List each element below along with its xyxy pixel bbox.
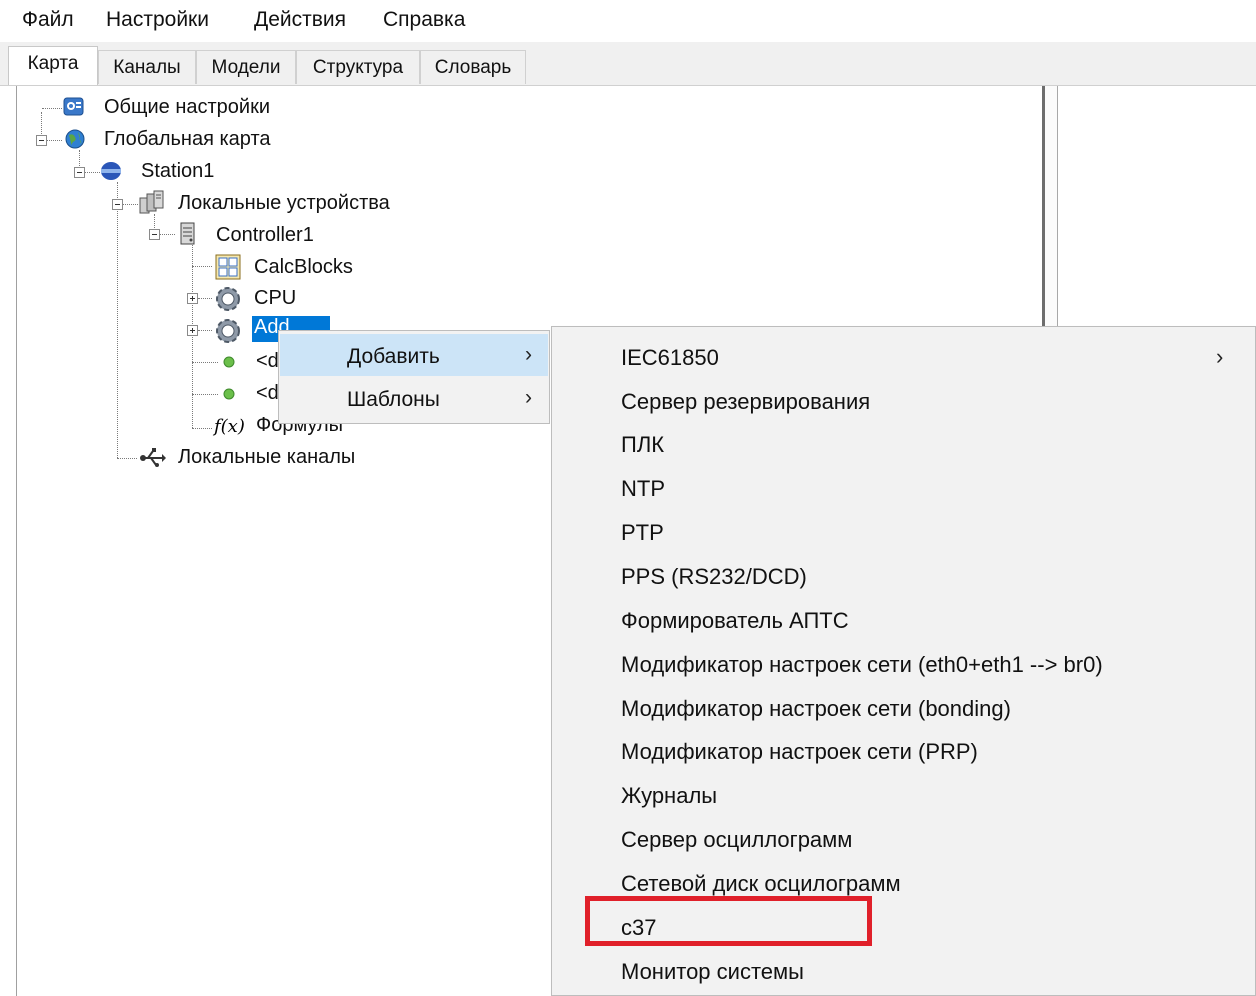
submenu-item-label: IEC61850 (621, 345, 719, 370)
formula-icon: f(x) (214, 416, 245, 437)
submenu-item-plc[interactable]: ПЛК (552, 420, 1255, 464)
submenu-item-label: Модификатор настроек сети (bonding) (621, 696, 1011, 721)
submenu-item-ptp[interactable]: PTP (552, 508, 1255, 552)
submenu-item-label: Формирователь АПТС (621, 608, 849, 633)
menu-actions[interactable]: Действия (254, 8, 346, 32)
status-dot-icon (222, 355, 242, 375)
tree-line (192, 428, 212, 429)
status-dot-icon (222, 387, 242, 407)
tree-line (117, 182, 118, 458)
collapse-global-map-toggle[interactable] (36, 135, 47, 146)
tree-node-calcblocks[interactable]: CalcBlocks (254, 256, 353, 279)
submenu-item-apts-generator[interactable]: Формирователь АПТС (552, 596, 1255, 640)
submenu-item-redundancy-server[interactable]: Сервер резервирования (552, 377, 1255, 421)
expand-add-toggle[interactable] (187, 325, 198, 336)
tree-line (192, 266, 212, 267)
gear-icon (214, 317, 240, 343)
submenu-item-label: Сервер резервирования (621, 389, 871, 414)
tree-node-local-devices[interactable]: Локальные устройства (178, 192, 390, 215)
tab-map[interactable]: Карта (8, 46, 98, 86)
menu-item-add[interactable]: Добавить › (280, 334, 548, 376)
tree-line (198, 330, 212, 331)
submenu-item-label: PPS (RS232/DCD) (621, 564, 807, 589)
tab-structure[interactable]: Структура (296, 50, 420, 84)
chevron-right-icon: › (1216, 344, 1224, 369)
menu-file[interactable]: Файл (22, 8, 74, 32)
globe-icon (64, 128, 85, 149)
submenu-item-pps[interactable]: PPS (RS232/DCD) (552, 552, 1255, 596)
tab-models[interactable]: Модели (196, 50, 296, 84)
controller-icon (178, 222, 198, 245)
collapse-local-devices-toggle[interactable] (112, 199, 123, 210)
submenu-item-oscillogram-server[interactable]: Сервер осциллограмм (552, 815, 1255, 859)
chevron-right-icon: › (525, 343, 532, 366)
menu-item-add-label: Добавить (347, 345, 440, 368)
menu-bar: Файл Настройки Действия Справка (0, 0, 1256, 42)
tree-node-local-channels[interactable]: Локальные каналы (178, 446, 355, 469)
tree-line (47, 140, 62, 141)
submenu-item-label: Журналы (621, 783, 718, 808)
tree-line (117, 458, 137, 459)
gear-icon (214, 285, 240, 311)
tree-node-d2[interactable]: <d (256, 382, 279, 405)
station-icon (100, 160, 121, 180)
submenu-item-label: ПЛК (621, 432, 665, 457)
submenu-item-label: NTP (621, 476, 665, 501)
menu-help[interactable]: Справка (383, 8, 465, 32)
menu-settings[interactable]: Настройки (106, 8, 209, 32)
submenu-item-iec61850[interactable]: IEC61850 › (552, 333, 1255, 377)
menu-item-templates[interactable]: Шаблоны › (280, 377, 548, 419)
tree-line (192, 394, 218, 395)
submenu-item-net-modifier-prp[interactable]: Модификатор настроек сети (PRP) (552, 727, 1255, 771)
tree-node-general-settings[interactable]: Общие настройки (104, 96, 270, 119)
tree-line (85, 172, 100, 173)
settings-icon (63, 96, 84, 116)
submenu-item-system-monitor[interactable]: Монитор системы (552, 947, 1255, 991)
submenu-item-label: Сетевой диск осцилограмм (621, 871, 901, 896)
submenu-item-net-modifier-bridge[interactable]: Модификатор настроек сети (eth0+eth1 -->… (552, 640, 1255, 684)
tree-node-controller[interactable]: Controller1 (216, 224, 314, 247)
collapse-controller-toggle[interactable] (149, 229, 160, 240)
menu-item-templates-label: Шаблоны (347, 388, 440, 411)
tree-line (160, 234, 175, 235)
submenu-item-logs[interactable]: Журналы (552, 771, 1255, 815)
submenu-item-label: Модификатор настроек сети (eth0+eth1 -->… (621, 652, 1103, 677)
expand-cpu-toggle[interactable] (187, 293, 198, 304)
tree-node-d1[interactable]: <d (256, 350, 279, 373)
tree-line (198, 298, 212, 299)
tree-line (42, 108, 62, 109)
submenu-item-ntp[interactable]: NTP (552, 464, 1255, 508)
submenu-item-label: PTP (621, 520, 664, 545)
tab-bar: Карта Каналы Модели Структура Словарь (0, 42, 1256, 86)
submenu-item-label: Модификатор настроек сети (PRP) (621, 739, 978, 764)
tree-line (192, 245, 193, 428)
calcblocks-icon (215, 254, 241, 280)
submenu-item-label: Монитор системы (621, 959, 804, 984)
tree-line (123, 204, 138, 205)
chevron-right-icon: › (525, 386, 532, 409)
tree-node-global-map[interactable]: Глобальная карта (104, 128, 271, 151)
context-menu: Добавить › Шаблоны › (278, 330, 550, 424)
tree-node-cpu[interactable]: CPU (254, 287, 296, 310)
submenu-item-net-modifier-bonding[interactable]: Модификатор настроек сети (bonding) (552, 684, 1255, 728)
tree-line (192, 362, 218, 363)
tree-node-station[interactable]: Station1 (141, 160, 214, 183)
submenu-item-label: Сервер осциллограмм (621, 827, 853, 852)
annotation-highlight-box (585, 896, 872, 946)
tab-channels[interactable]: Каналы (98, 50, 196, 84)
tab-dictionary[interactable]: Словарь (420, 50, 526, 84)
devices-icon (138, 190, 164, 214)
usb-channels-icon (140, 446, 166, 467)
collapse-station-toggle[interactable] (74, 167, 85, 178)
